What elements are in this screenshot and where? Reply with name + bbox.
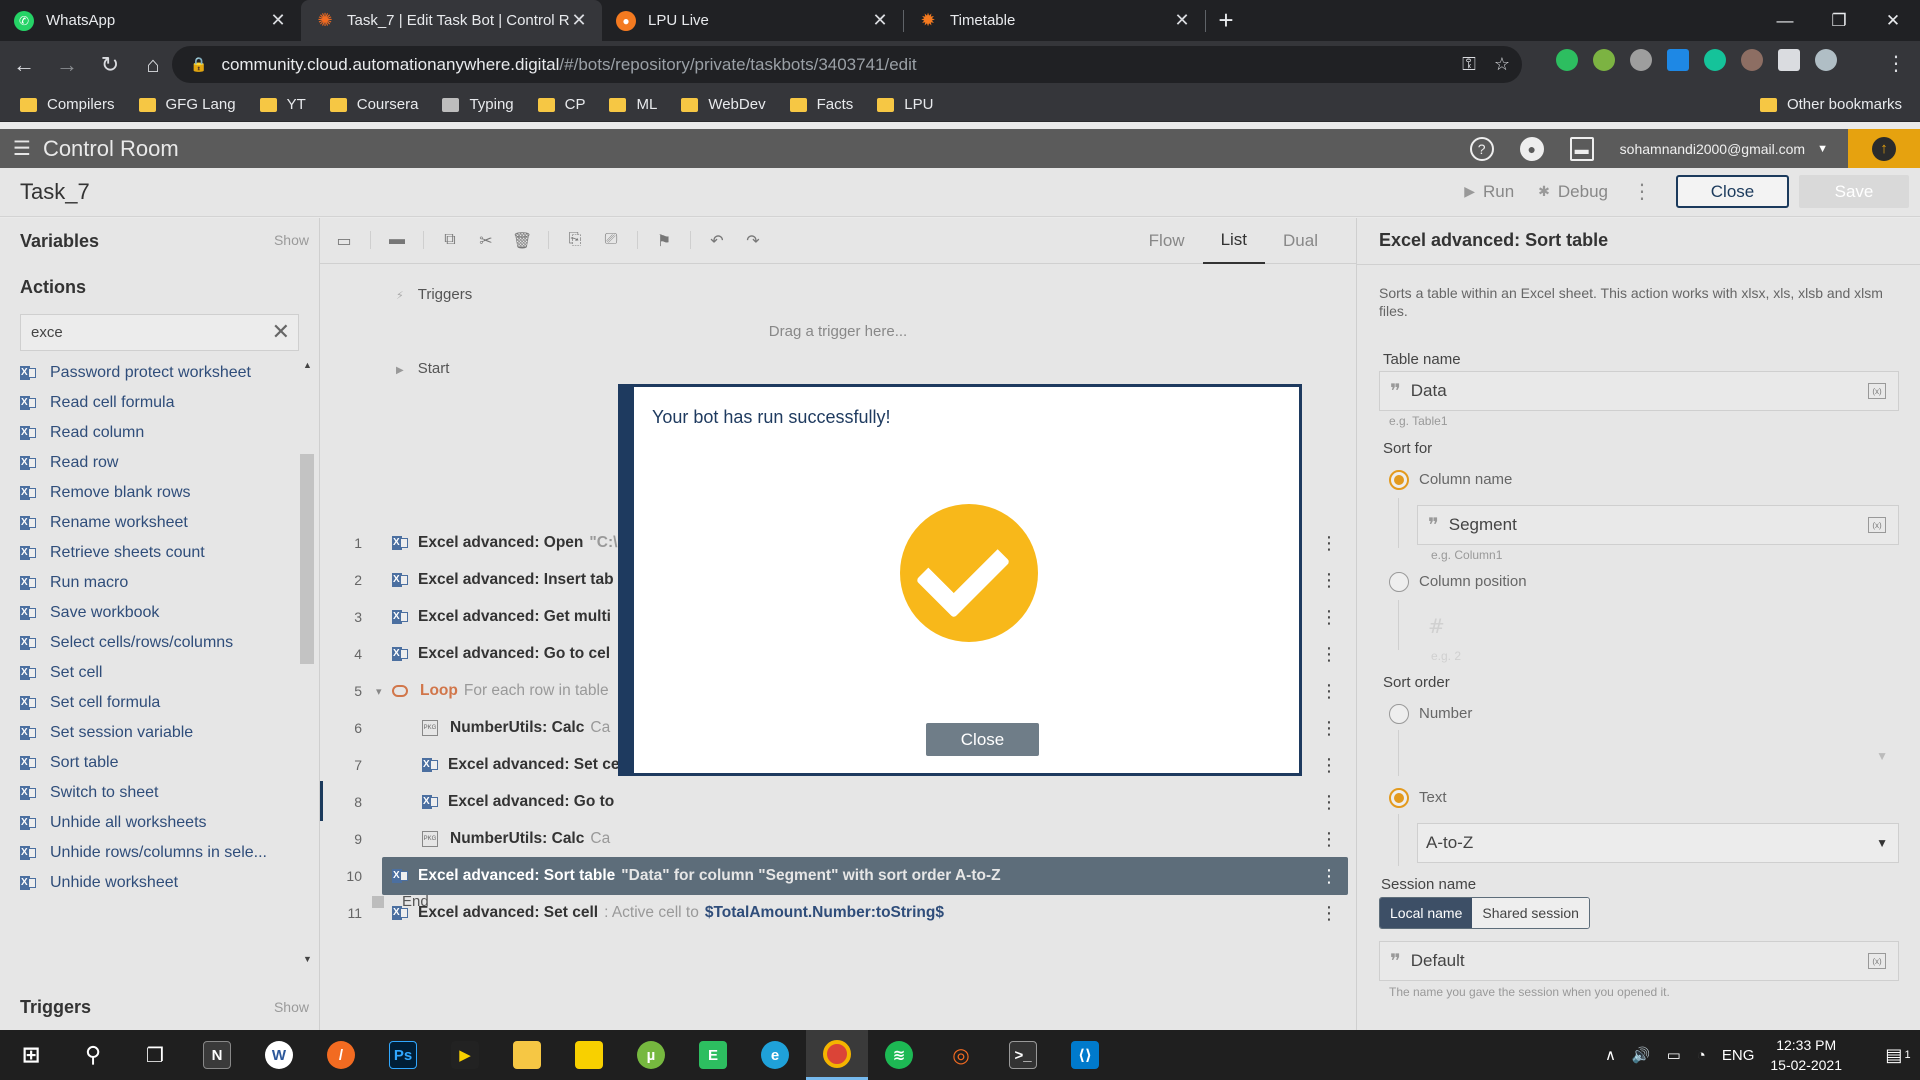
modal-overlay: Your bot has run successfully! Close (0, 0, 1920, 1030)
dialog-close-button[interactable]: Close (926, 723, 1039, 756)
checkmark-icon (900, 504, 1038, 642)
sticky-notes-icon[interactable] (558, 1030, 620, 1080)
windows-taskbar: ⊞ ⚲ ❐ N W / Ps ▶ µ E e ≋ ◎ >_ ⟨⟩ ∧ 🔊 ▭ ◔… (0, 1030, 1920, 1080)
brackets-icon[interactable]: ◎ (930, 1030, 992, 1080)
photoshop-icon[interactable]: Ps (372, 1030, 434, 1080)
clock-time: 12:33 PM (1776, 1037, 1837, 1053)
opera-icon[interactable]: / (310, 1030, 372, 1080)
utorrent-icon[interactable]: µ (620, 1030, 682, 1080)
wifi-icon[interactable]: ◔ (1697, 1047, 1706, 1064)
windows-start-icon[interactable]: ⊞ (0, 1030, 62, 1080)
notification-center-icon[interactable]: ▤ 1 (1876, 1030, 1920, 1080)
chat-icon: ▤ (1885, 1044, 1903, 1065)
dialog-title: Your bot has run successfully! (652, 407, 891, 427)
search-icon[interactable]: ⚲ (62, 1030, 124, 1080)
notion-icon[interactable]: N (186, 1030, 248, 1080)
spotify-icon[interactable]: ≋ (868, 1030, 930, 1080)
word-web-icon[interactable]: W (248, 1030, 310, 1080)
volume-icon[interactable]: 🔊 (1632, 1046, 1651, 1064)
vscode-icon[interactable]: ⟨⟩ (1054, 1030, 1116, 1080)
file-explorer-icon[interactable] (496, 1030, 558, 1080)
task-view-icon[interactable]: ❐ (124, 1030, 186, 1080)
terminal-icon[interactable]: >_ (992, 1030, 1054, 1080)
edge-icon[interactable]: e (744, 1030, 806, 1080)
language-indicator[interactable]: ENG (1722, 1047, 1755, 1064)
success-dialog: Your bot has run successfully! Close (618, 384, 1302, 776)
battery-icon[interactable]: ▭ (1667, 1046, 1681, 1064)
chevron-up-icon[interactable]: ∧ (1605, 1046, 1616, 1064)
potplayer-icon[interactable]: ▶ (434, 1030, 496, 1080)
notification-count: 1 (1904, 1049, 1911, 1061)
system-tray: ∧ 🔊 ▭ ◔ ENG 12:33 PM 15-02-2021 ▤ 1 (1605, 1030, 1920, 1080)
clock[interactable]: 12:33 PM 15-02-2021 (1770, 1035, 1842, 1075)
chrome-icon[interactable] (806, 1030, 868, 1080)
evernote-icon[interactable]: E (682, 1030, 744, 1080)
clock-date: 15-02-2021 (1770, 1057, 1842, 1073)
